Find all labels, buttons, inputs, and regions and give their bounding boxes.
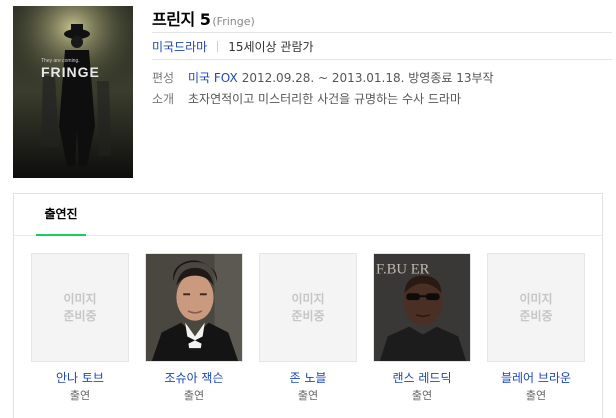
genre-rating-line: 미국드라마 15세이상 관람가 [152,32,612,60]
genre-link[interactable]: 미국드라마 [152,38,207,55]
actor-portrait: F.BU ER [374,254,470,361]
cast-photo-placeholder[interactable]: 이미지 준비중 [487,253,585,362]
cast-photo-placeholder[interactable]: 이미지 준비중 [259,253,357,362]
no-image-text: 이미지 준비중 [63,291,97,323]
backdrop-text: F.BU ER [376,262,430,278]
cast-item[interactable]: 이미지 준비중 안나 토브 출연 [31,253,129,403]
broadcast-row: 편성 미국 FOX 2012.09.28. ~ 2013.01.18. 방영종료… [152,68,612,89]
tab-cast[interactable]: 출연진 [36,194,86,236]
tab-active-indicator [36,234,86,236]
cast-role: 출연 [411,389,433,402]
poster-logo: FRINGE [41,64,100,80]
no-image-text: 이미지 준비중 [519,291,553,323]
cast-name-link[interactable]: 존 노블 [259,369,357,385]
cast-photo-placeholder[interactable]: 이미지 준비중 [31,253,129,362]
no-image-text: 이미지 준비중 [291,291,325,323]
cast-name-link[interactable]: 블레어 브라운 [487,369,585,385]
cast-role: 출연 [297,389,319,402]
broadcast-dates: 2012.09.28. ~ 2013.01.18. 방영종료 13부작 [241,71,494,85]
summary-label: 소개 [152,92,175,106]
divider [217,40,219,52]
cast-item[interactable]: 이미지 준비중 블레어 브라운 출연 [487,253,585,403]
broadcast-label: 편성 [152,71,175,85]
poster-image: They are coming. FRINGE [13,6,133,178]
cast-role: 출연 [525,389,547,402]
cast-name-link[interactable]: 랜스 레드딕 [373,369,471,385]
cast-role: 출연 [183,389,205,402]
cast-item[interactable]: F.BU ER 랜스 레드딕 출연 [373,253,471,403]
rating-label: 15세이상 관람가 [228,39,314,54]
cast-photo[interactable] [145,253,243,362]
cast-name-link[interactable]: 안나 토브 [31,369,129,385]
broadcast-network-link[interactable]: 미국 FOX [188,68,238,89]
show-info: 프린지 5 (Fringe) 미국드라마 15세이상 관람가 편성 미국 FOX… [152,6,612,110]
summary-text: 초자연적이고 미스터리한 사건을 규명하는 수사 드라마 [188,92,461,106]
cast-item[interactable]: 조슈아 잭슨 출연 [145,253,243,403]
cast-photo[interactable]: F.BU ER [373,253,471,362]
cast-tab-bar: 출연진 [14,194,602,236]
summary-row: 소개 초자연적이고 미스터리한 사건을 규명하는 수사 드라마 [152,89,612,110]
cast-section: 출연진 이미지 준비중 안나 토브 출연 조슈아 잭슨 출연 이미지 준비중 존… [13,193,603,418]
cast-name-link[interactable]: 조슈아 잭슨 [145,369,243,385]
cast-list: 이미지 준비중 안나 토브 출연 조슈아 잭슨 출연 이미지 준비중 존 노블 … [31,253,601,403]
cast-role: 출연 [69,389,91,402]
original-title: (Fringe) [212,15,255,28]
show-title[interactable]: 프린지 5 [152,6,211,30]
detail-block: 편성 미국 FOX 2012.09.28. ~ 2013.01.18. 방영종료… [152,68,612,110]
actor-portrait [146,254,242,361]
cast-item[interactable]: 이미지 준비중 존 노블 출연 [259,253,357,403]
show-poster[interactable]: They are coming. FRINGE [13,6,133,178]
title-row: 프린지 5 (Fringe) [152,6,612,30]
